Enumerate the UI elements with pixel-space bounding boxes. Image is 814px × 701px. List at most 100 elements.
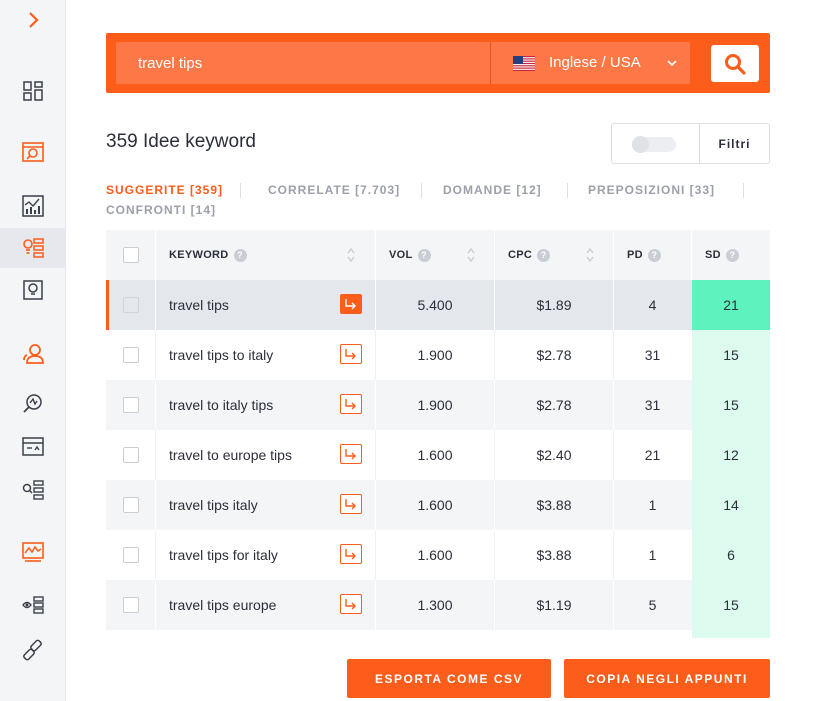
sidebar-item-keyword-ideas[interactable] [0, 228, 66, 268]
cpc-cell: $2.78 [536, 397, 572, 413]
keyword-cell[interactable]: travel tips [169, 280, 229, 330]
tab-confronti[interactable]: CONFRONTI [14] [106, 200, 216, 220]
open-keyword-button[interactable] [340, 594, 362, 614]
row-checkbox[interactable] [123, 397, 139, 413]
open-keyword-button[interactable] [340, 294, 362, 314]
row-checkbox[interactable] [123, 347, 139, 363]
sidebar-item-dashboard[interactable] [0, 71, 66, 111]
chevron-down-icon [667, 60, 677, 67]
sd-cell: 15 [692, 380, 770, 430]
cpc-cell: $2.40 [536, 447, 572, 463]
users-icon [23, 344, 44, 364]
keyword-cell[interactable]: travel tips to italy [169, 330, 273, 380]
sidebar-item-serp-analyzer[interactable] [0, 132, 66, 172]
table-row[interactable]: travel to italy tips 1.900 $2.78 31 15 [106, 380, 770, 430]
column-divider [155, 530, 156, 580]
keyword-cell[interactable]: travel to europe tips [169, 430, 292, 480]
sidebar-item-chart[interactable] [0, 186, 66, 226]
watch-list-icon [22, 596, 44, 614]
sidebar-item-watch-list[interactable] [0, 585, 66, 625]
sidebar-item-search-list[interactable] [0, 470, 66, 510]
keyword-search-input[interactable] [116, 42, 490, 84]
sidebar-item-users[interactable] [0, 334, 66, 374]
pd-cell: 5 [648, 597, 657, 613]
table-row[interactable]: travel tips for italy 1.600 $3.88 1 6 [106, 530, 770, 580]
sd-cell: 15 [692, 580, 770, 630]
header-pd-label: PD [627, 249, 643, 261]
vol-cell: 1.600 [417, 447, 453, 463]
row-checkbox[interactable] [123, 447, 139, 463]
sort-icon[interactable] [466, 246, 476, 264]
sort-icon[interactable] [346, 246, 356, 264]
sidebar-item-calendar[interactable] [0, 426, 66, 466]
search-button[interactable] [711, 45, 759, 82]
copy-clipboard-button[interactable]: COPIA NEGLI APPUNTI [564, 659, 770, 698]
table-row[interactable]: travel tips to italy 1.900 $2.78 31 15 [106, 330, 770, 380]
cpc-cell: $1.89 [536, 297, 572, 313]
arrow-return-icon [345, 349, 356, 360]
column-divider [155, 580, 156, 630]
column-divider [691, 230, 692, 280]
header-sd-label: SD [705, 249, 721, 261]
header-vol[interactable]: VOL? [389, 230, 431, 280]
arrow-return-icon [345, 299, 356, 310]
open-keyword-button[interactable] [340, 394, 362, 414]
help-icon[interactable]: ? [233, 248, 247, 262]
tab-suggerite[interactable]: SUGGERITE [359] [106, 180, 223, 200]
sidebar-item-link[interactable] [0, 630, 66, 670]
row-checkbox[interactable] [123, 497, 139, 513]
table-row[interactable]: travel to europe tips 1.600 $2.40 21 12 [106, 430, 770, 480]
keyword-cell[interactable]: travel tips for italy [169, 530, 278, 580]
sidebar-item-site-audit[interactable] [0, 384, 66, 424]
header-pd[interactable]: PD? [627, 230, 661, 280]
open-keyword-button[interactable] [340, 344, 362, 364]
sidebar-item-traffic-analytics[interactable] [0, 532, 66, 572]
sidebar [0, 0, 66, 701]
export-csv-button[interactable]: ESPORTA COME CSV [347, 659, 551, 698]
tab-domande[interactable]: DOMANDE [12] [443, 180, 542, 200]
link-icon [23, 639, 42, 661]
open-keyword-button[interactable] [340, 494, 362, 514]
header-cpc[interactable]: CPC? [508, 230, 551, 280]
toggle-knob [632, 136, 649, 153]
help-icon[interactable]: ? [537, 248, 551, 262]
keyword-cell[interactable]: travel to italy tips [169, 380, 273, 430]
open-keyword-button[interactable] [340, 544, 362, 564]
header-keyword-label: KEYWORD [169, 249, 229, 261]
column-divider [155, 380, 156, 430]
header-sd[interactable]: SD? [705, 230, 739, 280]
row-checkbox[interactable] [123, 547, 139, 563]
keyword-ideas-icon [23, 238, 44, 258]
tab-preposizioni[interactable]: PREPOSIZIONI [33] [588, 180, 715, 200]
keyword-cell[interactable]: travel tips italy [169, 480, 258, 530]
help-icon[interactable]: ? [725, 248, 739, 262]
table-row[interactable]: travel tips 5.400 $1.89 4 21 [106, 280, 770, 330]
arrow-return-icon [345, 549, 356, 560]
arrow-return-icon [345, 399, 356, 410]
vol-cell: 5.400 [417, 297, 453, 313]
sidebar-item-content-ideas[interactable] [0, 270, 66, 310]
sd-column-tail [692, 630, 770, 638]
table-row[interactable]: travel tips italy 1.600 $3.88 1 14 [106, 480, 770, 530]
header-keyword[interactable]: KEYWORD? [169, 230, 247, 280]
row-checkbox[interactable] [123, 597, 139, 613]
column-divider [155, 280, 156, 330]
row-checkbox[interactable] [123, 297, 139, 313]
help-icon[interactable]: ? [417, 248, 431, 262]
language-select[interactable]: Inglese / USA [490, 42, 690, 84]
column-divider [155, 230, 156, 280]
table-row[interactable]: travel tips europe 1.300 $1.19 5 15 [106, 580, 770, 630]
keyword-cell[interactable]: travel tips europe [169, 580, 276, 630]
tab-correlate[interactable]: CORRELATE [7.703] [268, 180, 400, 200]
sidebar-expand-button[interactable] [0, 0, 66, 40]
select-all-checkbox[interactable] [123, 247, 139, 263]
filters-button[interactable]: Filtri [700, 124, 769, 163]
filter-toggle[interactable] [612, 124, 700, 163]
pd-cell: 31 [644, 347, 661, 363]
calendar-icon [22, 437, 44, 456]
open-keyword-button[interactable] [340, 444, 362, 464]
tab-divider [421, 183, 422, 198]
column-divider [494, 230, 495, 280]
help-icon[interactable]: ? [647, 248, 661, 262]
sort-icon[interactable] [585, 246, 595, 264]
